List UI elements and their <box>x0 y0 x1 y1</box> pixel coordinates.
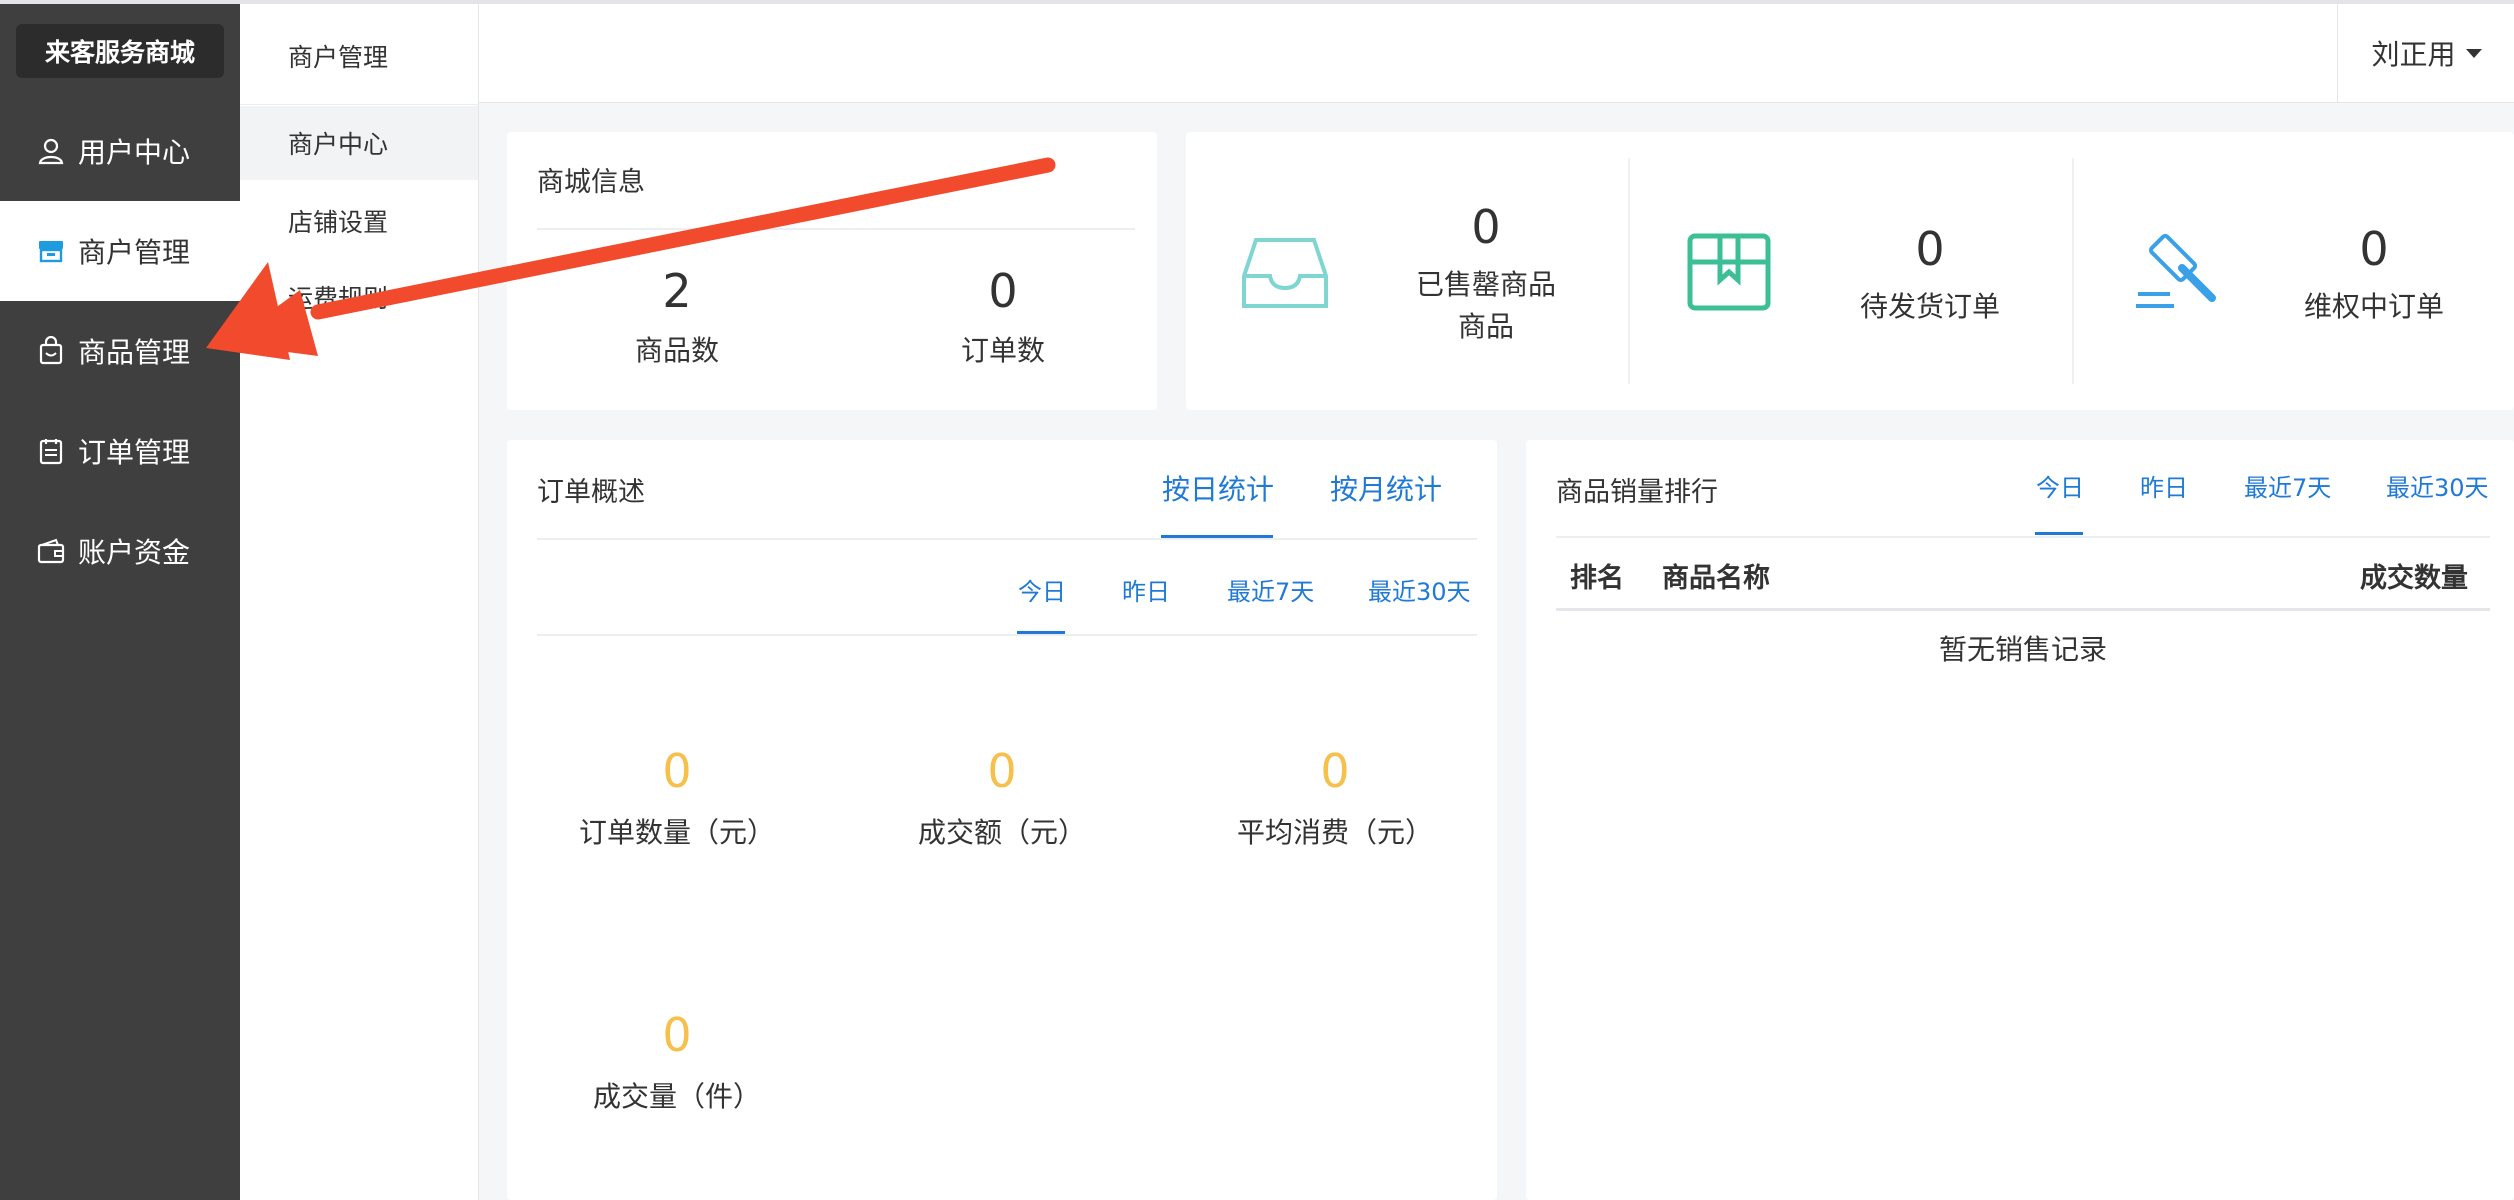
card-title: 商品销量排行 <box>1556 477 1718 508</box>
volume-label: 成交量（件） <box>592 1080 761 1113</box>
sidebar-item-merchant[interactable]: 商户管理 <box>0 201 240 301</box>
sold-out-label-line2: 商品 <box>1457 310 1514 343</box>
range-tab-yesterday[interactable]: 昨日 <box>1122 572 1170 607</box>
divider <box>2072 158 2074 384</box>
bag-icon <box>39 336 63 365</box>
store-icon <box>39 241 63 263</box>
package-icon <box>1687 233 1771 311</box>
order-count-label: 订单数 <box>960 334 1045 367</box>
sidebar-item-label: 商品管理 <box>78 336 191 369</box>
submenu-title: 商户管理 <box>288 43 389 72</box>
table-header-divider <box>1556 608 2490 611</box>
sales-ranking-card: 商品销量排行 今日 昨日 最近7天 最近30天 排名 商品名称 成交数量 暂无销… <box>1526 440 2514 1200</box>
divider <box>1556 536 2490 538</box>
sidebar-item-orders[interactable]: 订单管理 <box>0 401 240 501</box>
mall-info-card: 商城信息 2 商品数 0 订单数 <box>507 132 1157 410</box>
turnover-label: 成交额（元） <box>917 816 1086 849</box>
sidebar-item-account-funds[interactable]: 账户资金 <box>0 501 240 601</box>
pending-ship-count[interactable]: 0 <box>1820 222 2040 276</box>
range-tab-7days[interactable]: 最近7天 <box>2244 468 2331 503</box>
column-header-goods-name: 商品名称 <box>1662 563 1770 594</box>
gavel-icon <box>2136 233 2216 308</box>
sidebar-item-goods[interactable]: 商品管理 <box>0 301 240 401</box>
order-quantity-value: 0 <box>662 744 692 798</box>
card-title: 商城信息 <box>537 167 645 198</box>
submenu-item-label: 商户中心 <box>288 130 389 159</box>
sidebar-item-label: 订单管理 <box>78 436 191 469</box>
divider <box>537 228 1135 230</box>
range-tab-active-indicator <box>2035 532 2083 535</box>
divider <box>2337 4 2338 102</box>
column-header-deal-quantity: 成交数量 <box>2360 563 2468 594</box>
divider <box>240 104 478 105</box>
range-tab-30days[interactable]: 最近30天 <box>2386 468 2489 503</box>
user-menu[interactable]: 刘正用 <box>2339 4 2514 102</box>
order-quantity-label: 订单数量（元） <box>578 816 775 849</box>
goods-count-label: 商品数 <box>634 334 719 367</box>
turnover-value: 0 <box>987 744 1017 798</box>
submenu-item-shipping-rules[interactable]: 运费规则 <box>240 260 478 334</box>
tab-daily-stats[interactable]: 按日统计 <box>1162 468 1274 508</box>
user-icon <box>38 138 64 165</box>
pending-ship-label: 待发货订单 <box>1859 290 2000 323</box>
divider <box>537 634 1477 636</box>
status-card: 0 已售罄商品 商品 0 待发货订单 0 维权中订单 <box>1186 132 2514 410</box>
submenu-item-store-settings[interactable]: 店铺设置 <box>240 184 478 258</box>
sidebar-item-label: 账户资金 <box>78 536 191 569</box>
submenu: 商户管理 商户中心 店铺设置 运费规则 <box>240 4 479 1200</box>
avg-spend-value: 0 <box>1320 744 1350 798</box>
empty-state-text: 暂无销售记录 <box>1938 633 2107 666</box>
order-count: 0 <box>988 264 1018 318</box>
user-name: 刘正用 <box>2371 38 2456 71</box>
top-header: 刘正用 <box>479 4 2514 103</box>
column-header-rank: 排名 <box>1570 563 1624 594</box>
range-tab-yesterday[interactable]: 昨日 <box>2140 468 2188 503</box>
wallet-icon <box>37 538 65 564</box>
goods-count: 2 <box>662 264 692 318</box>
clipboard-icon <box>39 439 63 465</box>
tab-monthly-stats[interactable]: 按月统计 <box>1330 468 1442 508</box>
sold-out-label-line1: 已售罄商品 <box>1415 268 1556 301</box>
range-tab-today[interactable]: 今日 <box>1018 572 1066 607</box>
divider <box>1628 158 1630 384</box>
order-overview-card: 订单概述 按日统计 按月统计 今日 昨日 最近7天 最近30天 0 订单数量（元… <box>507 440 1497 1200</box>
card-title: 订单概述 <box>537 477 645 508</box>
sold-out-count[interactable]: 0 <box>1376 200 1596 254</box>
dispute-label: 维权中订单 <box>2303 290 2444 323</box>
submenu-item-label: 运费规则 <box>288 284 389 313</box>
sidebar-item-label: 商户管理 <box>78 236 191 269</box>
range-tab-7days[interactable]: 最近7天 <box>1227 572 1314 607</box>
sidebar-item-label: 用户中心 <box>78 136 191 169</box>
sidebar: 来客服务商城 用户中心 商户管理 商品管理 订单管理 账户资金 <box>0 4 240 1200</box>
volume-value: 0 <box>662 1008 692 1062</box>
sold-out-label: 已售罄商品 商品 <box>1376 264 1596 348</box>
avg-spend-label: 平均消费（元） <box>1236 816 1433 849</box>
sidebar-item-user-center[interactable]: 用户中心 <box>0 101 240 201</box>
range-tab-30days[interactable]: 最近30天 <box>1368 572 1471 607</box>
divider <box>537 538 1477 540</box>
dispute-count[interactable]: 0 <box>2264 222 2484 276</box>
range-tab-today[interactable]: 今日 <box>2036 468 2084 503</box>
submenu-item-merchant-center[interactable]: 商户中心 <box>240 106 478 180</box>
submenu-item-label: 店铺设置 <box>288 208 389 237</box>
inbox-icon <box>1242 238 1328 308</box>
caret-down-icon <box>2465 48 2482 58</box>
brand-logo[interactable]: 来客服务商城 <box>16 24 224 78</box>
